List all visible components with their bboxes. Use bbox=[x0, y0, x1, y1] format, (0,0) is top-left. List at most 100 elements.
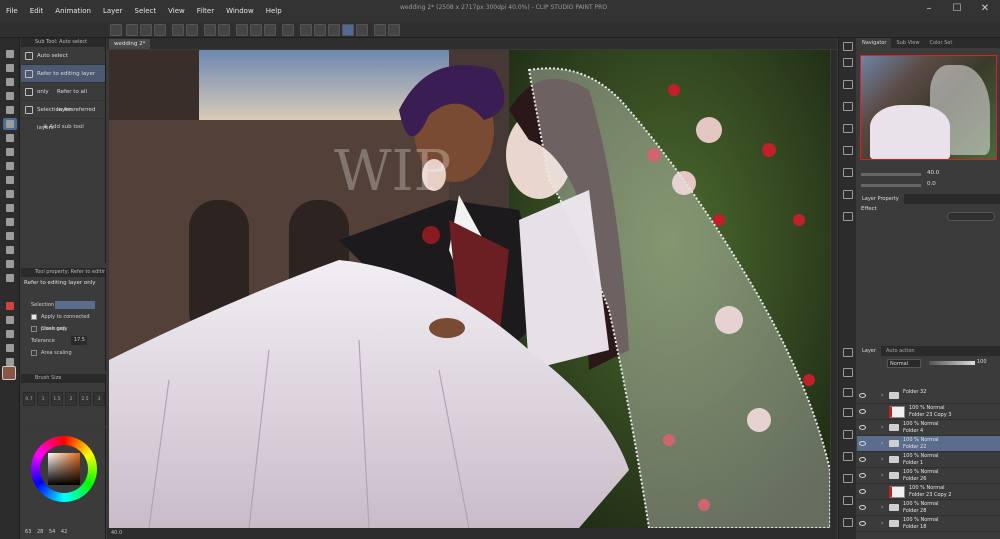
show-selection-icon[interactable] bbox=[282, 24, 294, 36]
brush-tool-icon[interactable] bbox=[3, 174, 17, 186]
fill-tool-icon[interactable] bbox=[3, 244, 17, 256]
layer-row[interactable]: 100 % Normal Folder 23 Copy 2 bbox=[857, 484, 1000, 500]
maximize-icon[interactable]: ☐ bbox=[950, 2, 964, 16]
add-subtool-button[interactable]: ⊕ Add sub tool bbox=[21, 119, 105, 135]
brush-size-preset[interactable]: 3 bbox=[93, 392, 105, 406]
brush-size-preset[interactable]: 1 bbox=[37, 392, 49, 406]
selection-mode-buttons[interactable] bbox=[55, 301, 95, 309]
snap-special-ruler-icon[interactable] bbox=[328, 24, 340, 36]
layer-folder-row[interactable]: › 100 % Normal Folder 1 bbox=[857, 452, 1000, 468]
undo-icon[interactable] bbox=[172, 24, 184, 36]
close-icon[interactable]: ✕ bbox=[978, 2, 992, 16]
canvas-vertical-scrollbar[interactable] bbox=[831, 50, 837, 528]
tab-color-set[interactable]: Color Set bbox=[924, 38, 957, 48]
visibility-eye-icon[interactable] bbox=[859, 521, 866, 526]
layer-folder-row[interactable]: › 100 % Normal Folder 28 bbox=[857, 500, 1000, 516]
layer-row[interactable]: 100 % Normal Folder 23 Copy 3 bbox=[857, 404, 1000, 420]
eraser-icon[interactable] bbox=[3, 216, 17, 228]
menu-file[interactable]: File bbox=[0, 7, 24, 15]
panel-icon[interactable] bbox=[843, 102, 853, 111]
menu-animation[interactable]: Animation bbox=[49, 7, 97, 15]
visibility-eye-icon[interactable] bbox=[859, 505, 866, 510]
move-layer-icon[interactable] bbox=[3, 90, 17, 102]
hue-ring[interactable] bbox=[31, 436, 97, 502]
pen-icon[interactable] bbox=[342, 24, 354, 36]
deselect-icon[interactable] bbox=[250, 24, 262, 36]
blend-mode-select[interactable]: Normal bbox=[887, 359, 921, 368]
opacity-slider[interactable] bbox=[929, 361, 975, 365]
transform-icon[interactable] bbox=[236, 24, 248, 36]
pen-tool-icon[interactable] bbox=[3, 146, 17, 158]
saturation-value-square[interactable] bbox=[48, 453, 80, 485]
tab-layer[interactable]: Layer bbox=[857, 346, 881, 356]
apply-connected-row[interactable]: Apply to connected pixels only bbox=[21, 311, 105, 332]
open-file-icon[interactable] bbox=[140, 24, 152, 36]
panel-icon[interactable] bbox=[843, 168, 853, 177]
panel-icon[interactable] bbox=[843, 388, 853, 397]
ruler-icon[interactable] bbox=[3, 314, 17, 326]
panel-icon[interactable] bbox=[843, 518, 853, 527]
menu-layer[interactable]: Layer bbox=[97, 7, 129, 15]
visibility-eye-icon[interactable] bbox=[859, 473, 866, 478]
tolerance-field[interactable]: 17.5 bbox=[71, 336, 87, 345]
new-file-icon[interactable] bbox=[126, 24, 138, 36]
visibility-eye-icon[interactable] bbox=[859, 489, 866, 494]
menu-edit[interactable]: Edit bbox=[24, 7, 50, 15]
brush-size-preset[interactable]: 1.5 bbox=[51, 392, 63, 406]
visibility-eye-icon[interactable] bbox=[859, 393, 866, 398]
clip-studio-icon[interactable] bbox=[110, 24, 122, 36]
expand-chevron-icon[interactable]: › bbox=[881, 520, 883, 527]
balloon-icon[interactable] bbox=[3, 342, 17, 354]
menu-help[interactable]: Help bbox=[260, 7, 288, 15]
navigator-zoom-value[interactable]: 40.0 bbox=[927, 170, 939, 176]
panel-icon[interactable] bbox=[843, 124, 853, 133]
color-icon[interactable] bbox=[356, 24, 368, 36]
frame-border-icon[interactable] bbox=[3, 300, 17, 312]
subtool-auto-select[interactable]: Auto select bbox=[21, 47, 105, 65]
opacity-value[interactable]: 100 bbox=[977, 359, 987, 365]
text-tool-icon[interactable] bbox=[3, 328, 17, 340]
tab-navigator[interactable]: Navigator bbox=[857, 38, 892, 48]
zoom-tool-icon[interactable] bbox=[3, 48, 17, 60]
effect-buttons[interactable] bbox=[947, 212, 995, 221]
menu-filter[interactable]: Filter bbox=[191, 7, 220, 15]
zoom-slider[interactable] bbox=[861, 173, 921, 176]
visibility-eye-icon[interactable] bbox=[859, 441, 866, 446]
expand-chevron-icon[interactable]: › bbox=[881, 472, 883, 479]
document-tab[interactable]: wedding 2* bbox=[109, 39, 151, 49]
view-frame[interactable] bbox=[860, 55, 997, 160]
navigator-thumbnail[interactable] bbox=[860, 55, 997, 160]
zoom-readout[interactable]: 40.0 bbox=[111, 530, 122, 536]
expand-chevron-icon[interactable]: › bbox=[881, 504, 883, 511]
airbrush-icon[interactable] bbox=[3, 188, 17, 200]
menu-select[interactable]: Select bbox=[129, 7, 163, 15]
panel-icon[interactable] bbox=[843, 408, 853, 417]
panel-icon[interactable] bbox=[843, 190, 853, 199]
brush-size-preset[interactable]: 0.7 bbox=[23, 392, 35, 406]
redo-icon[interactable] bbox=[186, 24, 198, 36]
panel-icon[interactable] bbox=[843, 474, 853, 483]
panel-icon[interactable] bbox=[843, 452, 853, 461]
layer-folder-row[interactable]: › 100 % Normal Folder 18 bbox=[857, 516, 1000, 532]
subtool-refer-all-layers[interactable]: Refer to all layers bbox=[21, 83, 105, 113]
clear-icon[interactable] bbox=[204, 24, 216, 36]
tab-layer-property[interactable]: Layer Property bbox=[857, 194, 904, 204]
layer-folder-row[interactable]: › 100 % Normal Folder 22 bbox=[857, 436, 1000, 452]
expand-chevron-icon[interactable]: › bbox=[881, 440, 883, 447]
tab-sub-view[interactable]: Sub View bbox=[891, 38, 924, 48]
brush-size-preset[interactable]: 2 bbox=[65, 392, 77, 406]
cloud-icon[interactable] bbox=[388, 24, 400, 36]
apply-connected-checkbox[interactable] bbox=[31, 314, 37, 320]
close-gap-checkbox[interactable] bbox=[31, 326, 37, 332]
asset-icon[interactable] bbox=[374, 24, 386, 36]
panel-icon[interactable] bbox=[843, 58, 853, 67]
panel-icon[interactable] bbox=[843, 368, 853, 377]
area-scaling-checkbox[interactable] bbox=[31, 350, 37, 356]
save-icon[interactable] bbox=[154, 24, 166, 36]
subtool-refer-editing-layer[interactable]: Refer to editing layer only bbox=[21, 65, 105, 95]
main-color-swatch[interactable] bbox=[2, 366, 16, 380]
area-scaling-row[interactable]: Area scaling bbox=[21, 347, 105, 359]
layer-folder-row[interactable]: › 100 % Normal Folder 4 bbox=[857, 420, 1000, 436]
gradient-icon[interactable] bbox=[3, 258, 17, 270]
visibility-eye-icon[interactable] bbox=[859, 409, 866, 414]
